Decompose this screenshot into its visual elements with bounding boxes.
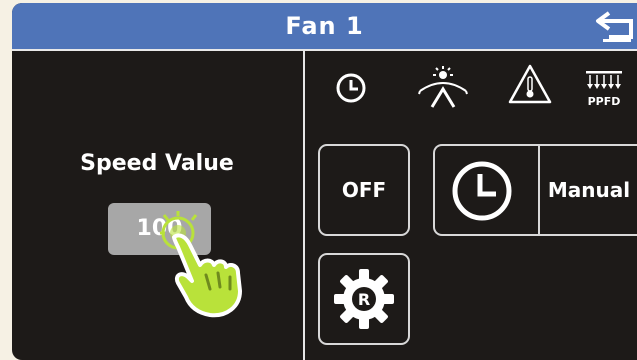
off-button-label: OFF — [341, 178, 387, 202]
temperature-warning-icon — [508, 63, 552, 105]
mode-label: Manual — [547, 178, 631, 202]
ppfd-label: PPFD — [587, 95, 621, 108]
title-bar: Fan 1 — [12, 3, 637, 51]
speed-label: Speed Value — [80, 151, 234, 176]
mode-button-divider — [538, 146, 540, 234]
mode-button[interactable]: Manual — [433, 144, 637, 236]
off-button[interactable]: OFF — [318, 144, 410, 236]
clock-icon — [334, 71, 368, 105]
back-arrow-icon[interactable] — [595, 9, 635, 43]
reset-button[interactable]: R — [318, 253, 410, 345]
page-title: Fan 1 — [285, 12, 364, 40]
device-screen: Fan 1 Speed Value 100 PPFD OFF Manual R — [12, 3, 637, 360]
panel-divider — [303, 51, 305, 360]
speed-panel: Speed Value 100 — [12, 51, 302, 360]
ppfd-icon: PPFD — [584, 69, 624, 108]
svg-text:R: R — [358, 290, 370, 309]
gear-icon: R — [332, 267, 396, 331]
tap-hand-icon — [160, 211, 270, 321]
sunrise-icon — [416, 65, 470, 109]
mode-clock-icon — [451, 160, 513, 222]
